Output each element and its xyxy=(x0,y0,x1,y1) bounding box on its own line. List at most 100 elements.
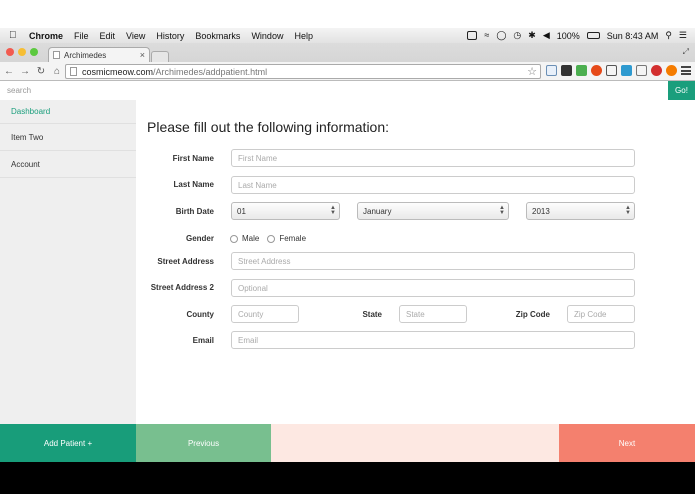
search-input[interactable] xyxy=(0,81,668,100)
first-name-input[interactable] xyxy=(231,149,635,167)
zip-code-input[interactable] xyxy=(567,305,635,323)
go-button[interactable]: Go! xyxy=(668,81,695,100)
tab-title: Archimedes xyxy=(64,50,107,60)
gender-female-label[interactable]: Female xyxy=(279,234,306,243)
birth-month-select[interactable]: January ▲ ▼ xyxy=(357,202,509,220)
apple-icon[interactable]:  xyxy=(9,30,21,41)
birth-month-value: January xyxy=(363,206,392,216)
page-title: Please fill out the following informatio… xyxy=(147,119,390,135)
fullscreen-icon[interactable]: ⤢ xyxy=(683,47,689,57)
window-controls xyxy=(6,48,38,56)
street-address-input[interactable] xyxy=(231,252,635,270)
extension-dark-icon[interactable] xyxy=(561,65,572,76)
gender-male-radio[interactable] xyxy=(230,234,238,243)
chat-icon[interactable]: ◯ xyxy=(496,31,506,40)
email-input[interactable] xyxy=(231,331,635,349)
select-arrows-icon: ▲ ▼ xyxy=(625,205,631,216)
street-address-2-label: Street Address 2 xyxy=(150,283,214,292)
menu-help[interactable]: Help xyxy=(294,31,313,41)
close-window-icon[interactable] xyxy=(6,48,14,56)
street-address-2-input[interactable] xyxy=(231,279,635,297)
menu-window[interactable]: Window xyxy=(251,31,283,41)
footer-spacer xyxy=(271,424,559,462)
reload-icon[interactable]: ↻ xyxy=(34,66,48,77)
menu-history[interactable]: History xyxy=(156,31,184,41)
gender-radio-group: Male Female xyxy=(230,234,314,243)
address-bar[interactable]: cosmicmeow.com /Archimedes/addpatient.ht… xyxy=(65,64,541,79)
gender-label: Gender xyxy=(185,234,214,243)
extension-orange-icon[interactable] xyxy=(666,65,677,76)
back-arrow-icon[interactable]: ← xyxy=(2,66,16,77)
extension-blue-icon[interactable] xyxy=(621,65,632,76)
state-input[interactable] xyxy=(399,305,467,323)
sidebar: Dashboard Item Two Account xyxy=(0,100,136,424)
minimize-window-icon[interactable] xyxy=(18,48,26,56)
zip-code-label: Zip Code xyxy=(515,310,550,319)
menu-file[interactable]: File xyxy=(74,31,89,41)
page-favicon-icon xyxy=(53,51,60,59)
birth-day-select[interactable]: 01 ▲ ▼ xyxy=(231,202,340,220)
volume-icon[interactable]: ◀ xyxy=(543,31,550,40)
browser-toolbar: ← → ↻ ⌂ cosmicmeow.com /Archimedes/addpa… xyxy=(0,62,695,81)
time-machine-icon[interactable]: ◷ xyxy=(513,31,521,40)
forward-arrow-icon[interactable]: → xyxy=(18,66,32,77)
bookmark-star-icon[interactable]: ☆ xyxy=(527,65,537,78)
menu-bookmarks[interactable]: Bookmarks xyxy=(195,31,240,41)
battery-icon[interactable] xyxy=(586,32,600,39)
birth-year-value: 2013 xyxy=(532,206,550,216)
street-address-label: Street Address xyxy=(157,257,214,266)
patient-form: Please fill out the following informatio… xyxy=(136,100,695,424)
tab-close-icon[interactable]: × xyxy=(140,50,145,60)
last-name-label: Last Name xyxy=(173,180,214,189)
email-label: Email xyxy=(192,336,214,345)
status-app-icon[interactable] xyxy=(467,31,478,40)
previous-button[interactable]: Previous xyxy=(136,424,271,462)
tab-strip: Archimedes × ⤢ xyxy=(0,43,695,62)
menu-edit[interactable]: Edit xyxy=(100,31,116,41)
birth-day-value: 01 xyxy=(237,206,246,216)
menu-view[interactable]: View xyxy=(126,31,145,41)
birth-date-label: Birth Date xyxy=(175,207,214,216)
bluetooth-icon[interactable]: ✱ xyxy=(528,31,536,40)
sidebar-item-two[interactable]: Item Two xyxy=(0,124,136,151)
mac-menu-bar:  Chrome File Edit View History Bookmark… xyxy=(0,28,695,43)
home-icon[interactable]: ⌂ xyxy=(50,66,64,77)
menu-extras: ≈ ◯ ◷ ✱ ◀ 100% Sun 8:43 AM ⚲ ☰ xyxy=(467,31,695,41)
wifi-icon[interactable]: ≈ xyxy=(484,31,489,40)
extension-green-icon[interactable] xyxy=(576,65,587,76)
adblock-icon[interactable] xyxy=(651,65,662,76)
new-tab-button[interactable] xyxy=(151,51,169,62)
first-name-label: First Name xyxy=(172,154,214,163)
extension-gray-icon[interactable] xyxy=(636,65,647,76)
sidebar-item-dashboard[interactable]: Dashboard xyxy=(0,100,136,124)
sidebar-item-account[interactable]: Account xyxy=(0,151,136,178)
extension-play-icon[interactable] xyxy=(546,65,557,76)
chrome-menu-icon[interactable] xyxy=(681,66,691,75)
notification-center-icon[interactable]: ☰ xyxy=(679,31,687,40)
extension-icons xyxy=(546,65,691,76)
menu-clock[interactable]: Sun 8:43 AM xyxy=(607,31,659,41)
add-patient-button[interactable]: Add Patient + xyxy=(0,424,136,462)
url-host: cosmicmeow.com xyxy=(82,66,154,77)
menu-app-name[interactable]: Chrome xyxy=(29,31,63,41)
state-label: State xyxy=(362,310,382,319)
zoom-window-icon[interactable] xyxy=(30,48,38,56)
spotlight-icon[interactable]: ⚲ xyxy=(665,31,672,40)
next-button[interactable]: Next xyxy=(559,424,695,462)
url-path: /Archimedes/addpatient.html xyxy=(153,66,268,77)
battery-percent: 100% xyxy=(556,30,580,41)
gender-male-label[interactable]: Male xyxy=(242,234,259,243)
select-arrows-icon: ▲ ▼ xyxy=(330,205,336,216)
select-arrows-icon: ▲ ▼ xyxy=(499,205,505,216)
browser-tab-archimedes[interactable]: Archimedes × xyxy=(48,47,150,62)
county-label: County xyxy=(186,310,214,319)
extension-opera-icon[interactable] xyxy=(591,65,602,76)
gender-female-radio[interactable] xyxy=(267,234,276,243)
birth-year-select[interactable]: 2013 ▲ ▼ xyxy=(526,202,635,220)
top-strip xyxy=(0,0,695,28)
cast-icon[interactable] xyxy=(606,65,617,76)
last-name-input[interactable] xyxy=(231,176,635,194)
page-info-icon[interactable] xyxy=(70,67,77,76)
county-input[interactable] xyxy=(231,305,299,323)
search-bar: Go! xyxy=(0,81,695,100)
